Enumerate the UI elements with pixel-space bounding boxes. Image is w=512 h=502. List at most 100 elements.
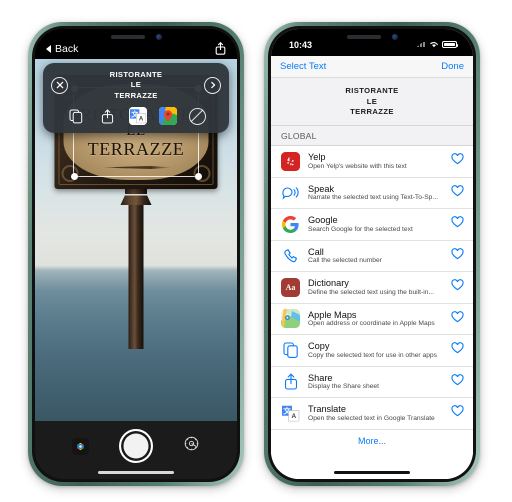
ocr-detected-text: RISTORANTE LE TERRAZZE [68,70,204,101]
home-indicator[interactable] [98,470,174,474]
left-phone-screen: Back TERRAZZE RISTORANTE LE TERRAZZE 文 A [35,29,237,479]
selected-text-line-2: LE [366,96,378,106]
copy-icon[interactable] [67,107,86,126]
heart-outline-icon[interactable] [451,278,464,296]
list-item-text: Google Search Google for the selected te… [308,215,443,233]
list-item-title: Translate [308,404,346,415]
status-bar-time: 10:43 [289,39,313,50]
ocr-result-popup: RISTORANTE LE TERRAZZE 文 A [43,63,229,133]
apple-maps-icon [281,309,300,329]
select-text-button[interactable]: Select Text [280,61,326,72]
list-item-text: Speak Narrate the selected text using Te… [308,184,443,202]
settings-gear-icon[interactable] [183,435,200,457]
battery-icon [442,40,459,49]
google-translate-icon[interactable]: 文 A [128,107,147,126]
right-phone-bezel: 10:43 Select Text Done RISTORANTE LE TER… [268,26,476,482]
heart-outline-icon[interactable] [451,215,464,233]
list-item[interactable]: Speak Narrate the selected text using Te… [271,177,473,209]
ocr-popup-header: RISTORANTE LE TERRAZZE [49,70,223,101]
chevron-right-circle-icon[interactable] [204,76,221,94]
list-item-subtitle: Define the selected text using the built… [308,288,435,296]
notch [320,29,424,48]
ocr-text-line-1: RISTORANTE [109,70,163,79]
svg-text:A: A [291,413,296,420]
phone-icon [281,246,300,265]
list-item-subtitle: Open Yelp's website with this text [308,162,407,170]
selected-text-line-3: TERRAZZE [350,107,394,117]
list-item-subtitle: Search Google for the selected text [308,225,413,233]
heart-outline-icon[interactable] [451,373,464,391]
list-item[interactable]: Share Display the Share sheet [271,366,473,398]
camera-viewfinder[interactable]: RISTORANTE LE TERRAZZE [35,59,237,421]
no-action-icon[interactable] [188,107,206,125]
list-item[interactable]: Call Call the selected number [271,240,473,272]
notch [84,29,188,48]
yelp-icon [281,151,300,171]
photos-library-icon[interactable] [72,437,89,455]
share-icon[interactable] [98,107,117,126]
list-item-title: Google [308,215,338,226]
shutter-button[interactable] [119,429,153,463]
front-camera-icon [155,34,162,40]
list-item-text: Call Call the selected number [308,247,443,265]
google-translate-icon: 文 A [281,403,300,423]
sign-post [128,199,144,349]
copy-icon [281,341,300,360]
action-list[interactable]: Yelp Open Yelp's website with this text [271,146,473,465]
ocr-text-line-3: TERRAZZE [114,90,158,100]
list-item[interactable]: Google Search Google for the selected te… [271,209,473,241]
ocr-action-bar: 文 A [49,107,223,126]
more-button[interactable]: More... [271,429,473,453]
close-circle-icon[interactable] [51,76,68,94]
selected-text-header: RISTORANTE LE TERRAZZE [271,78,473,126]
section-header-global: GLOBAL [271,126,473,146]
selection-handle[interactable] [70,172,78,180]
list-item-text: Apple Maps Open address or coordinate in… [308,310,443,328]
list-item-text: Share Display the Share sheet [308,373,443,391]
list-item-text: Copy Copy the selected text for use in o… [308,341,443,359]
list-item-text: Translate Open the selected text in Goog… [308,404,443,422]
selection-handle[interactable] [194,172,202,180]
list-item-subtitle: Copy the selected text for use in other … [308,351,437,359]
list-item-subtitle: Open address or coordinate in Apple Maps [308,320,435,328]
share-icon[interactable] [215,42,226,55]
heart-outline-icon[interactable] [451,310,464,328]
list-item[interactable]: Apple Maps Open address or coordinate in… [271,303,473,335]
back-button-label: Back [55,43,79,55]
list-item-title: Apple Maps [308,309,357,320]
screenshot-stage: Back TERRAZZE RISTORANTE LE TERRAZZE 文 A… [0,0,512,502]
google-icon [281,215,300,234]
back-arrow-icon [46,45,51,53]
list-item-subtitle: Open the selected text in Google Transla… [308,414,435,422]
heart-outline-icon[interactable] [451,341,464,359]
list-item-title: Share [308,372,333,383]
heart-outline-icon[interactable] [451,184,464,202]
wifi-icon [429,40,439,50]
list-item-title: Speak [308,183,335,194]
dictionary-icon: Aa [281,277,300,297]
navigation-bar: Select Text Done [271,56,473,78]
list-item-text: Dictionary Define the selected text usin… [308,278,443,296]
list-item[interactable]: Copy Copy the selected text for use in o… [271,335,473,367]
right-phone-screen: 10:43 Select Text Done RISTORANTE LE TER… [271,29,473,479]
list-item-title: Dictionary [308,278,349,289]
selected-text-line-1: RISTORANTE [345,85,399,95]
list-item[interactable]: Aa Dictionary Define the selected text u… [271,272,473,304]
left-phone-bezel: Back TERRAZZE RISTORANTE LE TERRAZZE 文 A [32,26,240,482]
heart-outline-icon[interactable] [451,152,464,170]
google-maps-icon[interactable] [158,107,177,126]
back-button[interactable]: Back [46,43,78,55]
list-item[interactable]: 文 A Translate Open the selected text in … [271,398,473,430]
list-item-title: Copy [308,341,330,352]
speak-icon [281,183,300,202]
earpiece-speaker-icon [346,35,381,39]
heart-outline-icon[interactable] [451,404,464,422]
list-item-title: Yelp [308,152,326,163]
home-indicator[interactable] [334,470,410,474]
right-phone-device: 10:43 Select Text Done RISTORANTE LE TER… [264,22,480,486]
done-button[interactable]: Done [441,61,464,72]
front-camera-icon [391,34,398,40]
list-item[interactable]: Yelp Open Yelp's website with this text [271,146,473,178]
heart-outline-icon[interactable] [451,247,464,265]
svg-text:A: A [138,117,143,123]
